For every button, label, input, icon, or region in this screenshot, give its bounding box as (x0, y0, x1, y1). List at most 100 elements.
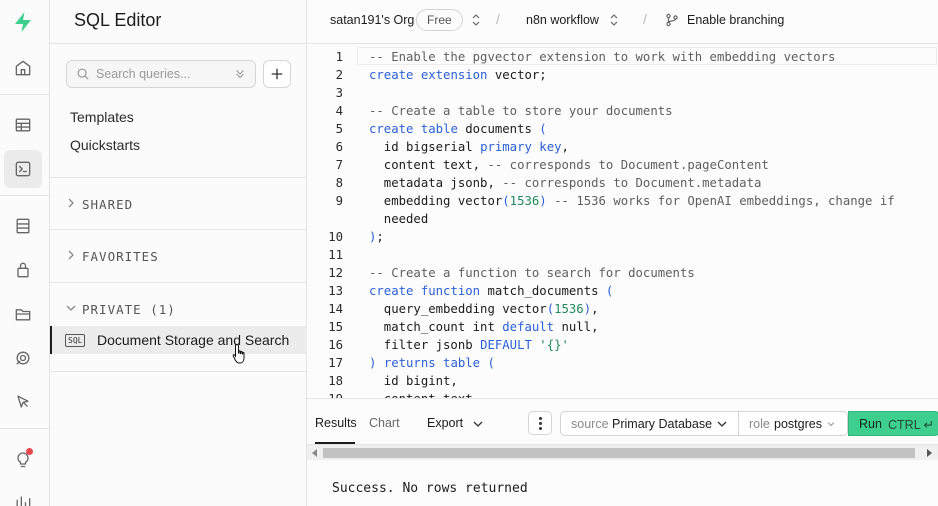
chevrons-down-icon[interactable] (233, 67, 247, 81)
line-number-gutter: 123456789 10111213141516171819 (307, 48, 343, 398)
code-line[interactable]: create extension vector; (369, 66, 929, 84)
code-line[interactable]: ); (369, 228, 929, 246)
line-number (307, 210, 343, 228)
query-name: Document Storage and Search (97, 332, 290, 348)
notification-dot (26, 448, 33, 455)
edge-functions-icon[interactable] (4, 383, 42, 421)
code-line[interactable]: -- Create a function to search for docum… (369, 264, 929, 282)
line-number: 10 (328, 230, 343, 244)
search-queries-input[interactable]: Search queries... (66, 60, 256, 88)
code-line[interactable]: create function match_documents ( (369, 282, 929, 300)
code-line[interactable] (369, 246, 929, 264)
line-number: 12 (328, 266, 343, 280)
run-button[interactable]: Run CTRL ↵ (848, 411, 938, 436)
realtime-icon[interactable] (4, 339, 42, 377)
line-number: 6 (335, 140, 343, 154)
code-line[interactable]: -- Create a table to store your document… (369, 102, 929, 120)
scrollbar-thumb[interactable] (323, 448, 915, 458)
search-placeholder: Search queries... (96, 67, 191, 81)
chevron-down-icon (827, 422, 835, 427)
auth-lock-icon[interactable] (4, 251, 42, 289)
table-editor-icon[interactable] (4, 106, 42, 144)
tab-chart[interactable]: Chart (369, 416, 400, 430)
plus-icon (271, 68, 283, 80)
code-line[interactable]: content text, -- corresponds to Document… (369, 156, 929, 174)
code-line[interactable]: -- Enable the pgvector extension to work… (369, 48, 929, 66)
enable-branching-button[interactable]: Enable branching (687, 13, 784, 27)
code-content[interactable]: -- Enable the pgvector extension to work… (369, 48, 929, 398)
breadcrumb-separator: / (643, 11, 647, 27)
new-query-button[interactable] (263, 60, 291, 88)
line-number: 19 (307, 390, 343, 398)
code-line[interactable] (369, 84, 929, 102)
tab-results[interactable]: Results (315, 416, 357, 430)
sql-file-icon: SQL (65, 334, 86, 347)
favorites-section[interactable]: FAVORITES (50, 230, 307, 283)
code-line[interactable]: filter jsonb DEFAULT '{}' (369, 336, 929, 354)
search-icon (77, 68, 89, 80)
scroll-right-arrow-icon[interactable] (927, 449, 932, 457)
line-number: 11 (328, 248, 343, 262)
query-item[interactable]: SQL Document Storage and Search (50, 326, 307, 354)
database-icon[interactable] (4, 207, 42, 245)
role-key: role (749, 417, 770, 431)
rail-divider (0, 94, 50, 95)
templates-link[interactable]: Templates (70, 109, 134, 125)
line-number: 3 (335, 86, 343, 100)
supabase-logo-icon[interactable] (4, 3, 42, 41)
project-name[interactable]: n8n workflow (526, 13, 599, 27)
chevron-down-icon (473, 421, 483, 427)
code-line[interactable]: query_embedding vector(1536), (369, 300, 929, 318)
panel-title: SQL Editor (74, 10, 162, 30)
git-branch-icon (666, 13, 678, 27)
chevrons-up-down-icon[interactable] (471, 13, 481, 27)
plan-badge: Free (416, 9, 463, 31)
code-line[interactable]: ) returns table ( (369, 354, 929, 372)
code-line[interactable]: id bigserial primary key, (369, 138, 929, 156)
shared-section[interactable]: SHARED (50, 177, 307, 230)
code-line[interactable]: embedding vector(1536) -- 1536 works for… (369, 192, 929, 210)
scroll-left-arrow-icon[interactable] (312, 449, 317, 457)
chevron-right-icon (68, 198, 74, 208)
line-number: 2 (335, 68, 343, 82)
home-icon[interactable] (4, 49, 42, 87)
chevron-right-icon (68, 250, 74, 260)
code-line[interactable]: content text, (369, 390, 929, 398)
advisors-lightbulb-icon[interactable] (4, 440, 42, 478)
line-number: 14 (328, 302, 343, 316)
code-editor[interactable]: 123456789 10111213141516171819 -- Enable… (307, 44, 938, 398)
code-line[interactable]: create table documents ( (369, 120, 929, 138)
chevrons-up-down-icon[interactable] (609, 13, 619, 27)
kebab-dot (539, 427, 542, 430)
line-number: 5 (335, 122, 343, 136)
line-number: 13 (328, 284, 343, 298)
breadcrumb-separator: / (496, 11, 500, 27)
top-bar: satan191's Org Free / n8n workflow / Ena… (307, 0, 938, 44)
code-line[interactable]: metadata jsonb, -- corresponds to Docume… (369, 174, 929, 192)
line-number: 7 (335, 158, 343, 172)
export-label: Export (427, 416, 464, 430)
sql-editor-icon[interactable] (4, 150, 42, 188)
line-number: 18 (328, 374, 343, 388)
org-name[interactable]: satan191's Org (330, 13, 414, 27)
code-line[interactable]: needed (369, 210, 929, 228)
horizontal-scrollbar[interactable] (307, 444, 938, 460)
source-selector[interactable]: source Primary Database (561, 412, 738, 435)
connection-selectors: source Primary Database role postgres (560, 411, 848, 436)
code-line[interactable]: match_count int default null, (369, 318, 929, 336)
section-label: FAVORITES (82, 249, 159, 264)
rail-divider (0, 428, 50, 429)
result-message: Success. No rows returned (332, 481, 528, 496)
run-shortcut: CTRL ↵ (888, 418, 935, 432)
source-key: source (571, 417, 609, 431)
results-toolbar: Results Chart Export source Primary Data… (307, 398, 938, 444)
line-number: 17 (328, 356, 343, 370)
reports-chart-icon[interactable] (4, 483, 42, 506)
code-line[interactable]: id bigint, (369, 372, 929, 390)
icon-rail (0, 0, 50, 506)
role-selector[interactable]: role postgres (739, 412, 847, 435)
quickstarts-link[interactable]: Quickstarts (70, 137, 140, 153)
more-options-button[interactable] (528, 411, 552, 435)
export-button[interactable]: Export (427, 416, 483, 430)
storage-folder-icon[interactable] (4, 295, 42, 333)
